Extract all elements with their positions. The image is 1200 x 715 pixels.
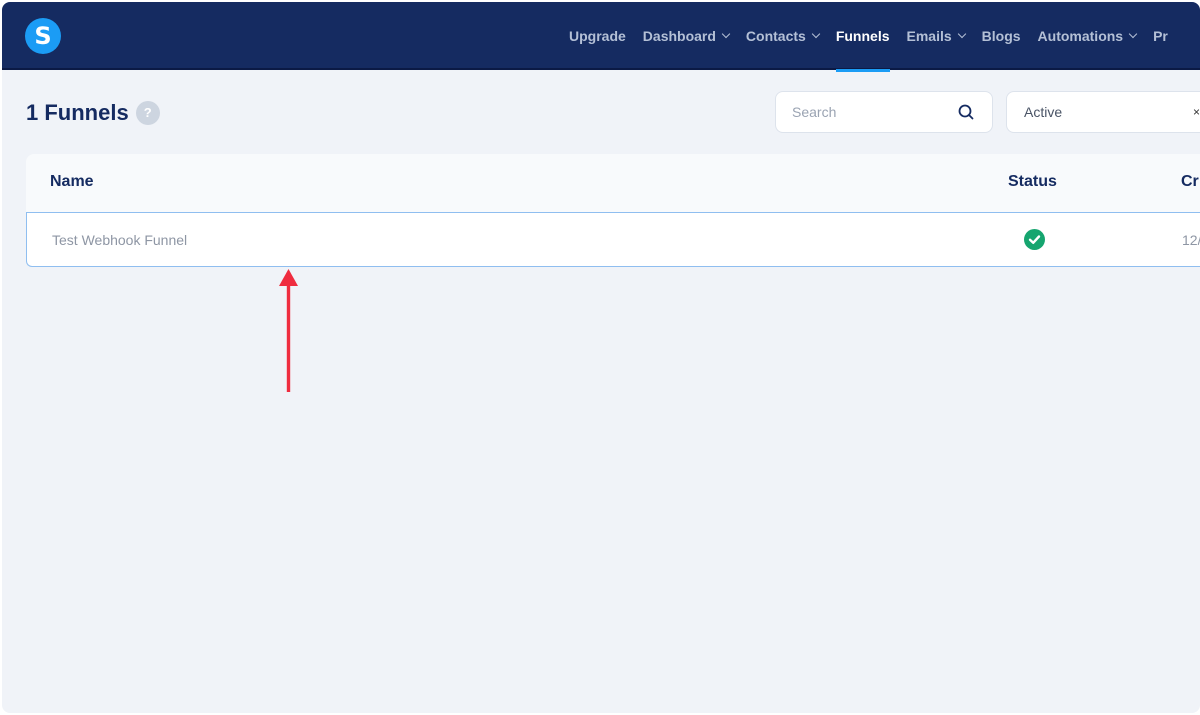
nav-upgrade[interactable]: Upgrade xyxy=(569,2,626,70)
logo-icon[interactable]: S xyxy=(25,18,61,54)
status-filter-select[interactable]: Active × xyxy=(1006,91,1200,133)
nav-label: Emails xyxy=(906,28,952,44)
nav-label: Funnels xyxy=(835,28,890,44)
nav-label: Automations xyxy=(1037,28,1124,44)
column-header-created[interactable]: Cr xyxy=(1181,173,1199,191)
nav-emails[interactable]: Emails xyxy=(906,2,966,70)
chevron-down-icon xyxy=(721,29,731,39)
nav-truncated[interactable]: Pr xyxy=(1153,2,1168,70)
funnels-table: Name Status Cr Test Webhook Funnel 12/ xyxy=(26,154,1200,268)
app-frame: S Upgrade Dashboard Contacts Funnels Ema… xyxy=(2,2,1200,713)
annotation-arrow-icon xyxy=(279,269,298,392)
nav-automations[interactable]: Automations xyxy=(1037,2,1138,70)
funnel-name[interactable]: Test Webhook Funnel xyxy=(52,232,187,248)
chevron-down-icon xyxy=(811,29,821,39)
nav-label: Blogs xyxy=(981,28,1021,44)
page-title-text: 1 Funnels xyxy=(26,100,129,125)
nav-label: Upgrade xyxy=(569,28,626,44)
nav-label: Dashboard xyxy=(642,28,716,44)
status-filter-value: Active xyxy=(1024,104,1063,120)
nav-blogs[interactable]: Blogs xyxy=(982,2,1021,70)
created-date: 12/ xyxy=(1182,232,1200,248)
clear-filter-icon[interactable]: × xyxy=(1193,92,1200,132)
top-navigation-bar: S Upgrade Dashboard Contacts Funnels Ema… xyxy=(2,2,1200,72)
column-header-name[interactable]: Name xyxy=(50,173,94,191)
table-header: Name Status Cr xyxy=(26,154,1200,212)
nav-funnels[interactable]: Funnels xyxy=(835,2,890,72)
page-title: 1 Funnels ? xyxy=(26,100,160,126)
main-nav: Upgrade Dashboard Contacts Funnels Email… xyxy=(569,2,1185,72)
nav-label: Contacts xyxy=(745,28,806,44)
search-input[interactable] xyxy=(792,92,942,132)
column-header-status[interactable]: Status xyxy=(1008,173,1057,191)
search-icon[interactable] xyxy=(958,104,974,120)
chevron-down-icon xyxy=(957,29,966,39)
table-row[interactable]: Test Webhook Funnel 12/ xyxy=(26,212,1200,267)
nav-contacts[interactable]: Contacts xyxy=(745,2,821,70)
nav-label: Pr xyxy=(1153,28,1168,44)
check-circle-icon xyxy=(1024,229,1045,250)
help-icon[interactable]: ? xyxy=(135,101,160,125)
nav-dashboard[interactable]: Dashboard xyxy=(642,2,731,70)
search-box xyxy=(775,91,993,133)
chevron-down-icon xyxy=(1128,29,1138,39)
